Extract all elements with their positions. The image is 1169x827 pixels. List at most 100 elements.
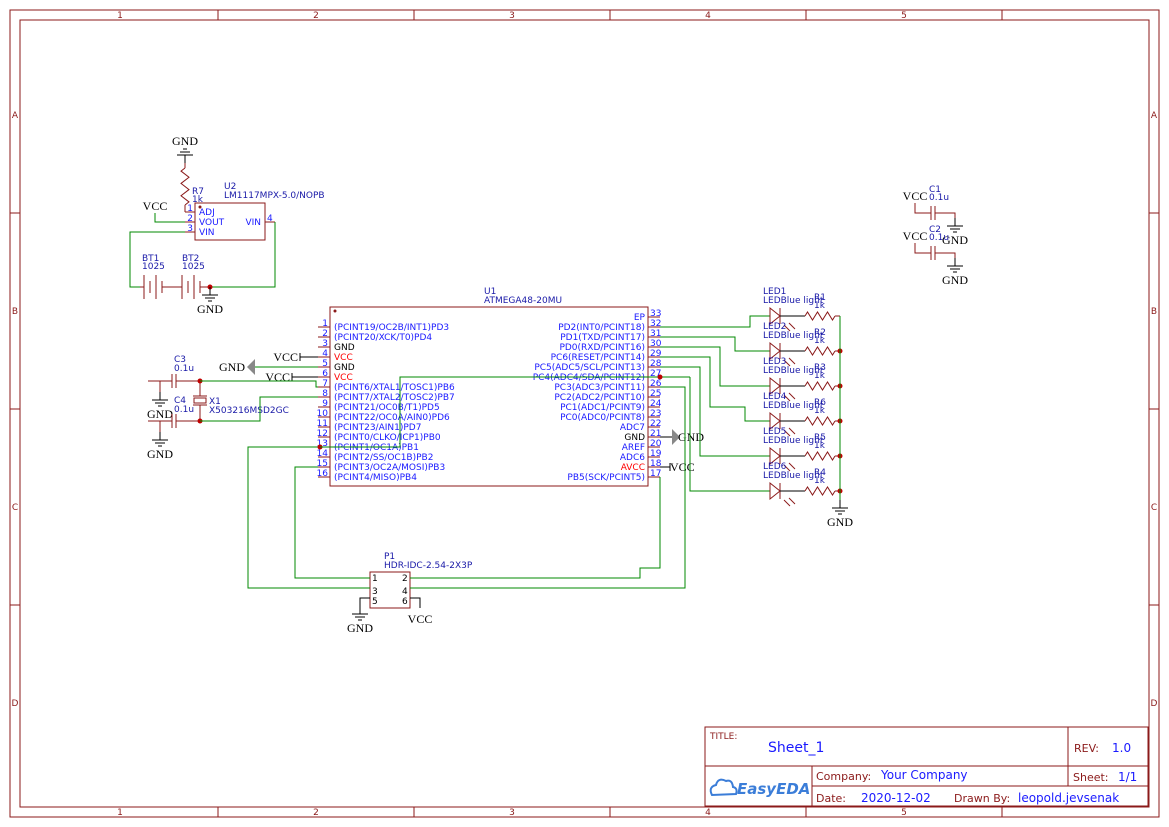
- resistor-r3: [804, 381, 836, 391]
- column-label: 1: [117, 808, 123, 818]
- column-label: 5: [901, 11, 907, 21]
- row-label: B: [12, 307, 18, 317]
- pin-number: 3: [322, 339, 328, 349]
- pin-number: 25: [650, 389, 661, 399]
- r7-resistor: [180, 167, 190, 206]
- p1-pin5-lead: [359, 597, 370, 606]
- pin-label: PC2(ADC2/PCINT10): [554, 393, 645, 403]
- bt1-value: 1025: [142, 262, 165, 272]
- pin-number: 28: [650, 359, 662, 369]
- pin-label: PB5(SCK/PCINT5): [567, 473, 645, 483]
- res-value: 1k: [814, 301, 826, 311]
- column-label: 3: [509, 808, 515, 818]
- pin-label: PD2(INT0/PCINT18): [558, 323, 645, 333]
- vcc-label: VCC: [273, 350, 298, 364]
- schematic-canvas[interactable]: TITLE: Sheet_1 REV: 1.0 EasyEDA Company:…: [0, 0, 1169, 827]
- gnd-label: GND: [827, 515, 853, 529]
- pin-label: PC0(ADC0/PCINT8): [560, 413, 645, 423]
- res-value: 1k: [814, 406, 826, 416]
- row-label: B: [1151, 307, 1157, 317]
- cloud-icon: [709, 778, 738, 797]
- pin-label: PC5(ADC5/SCL/PCINT13): [534, 363, 645, 373]
- pin-label: (PCINT23/AIN1)PD7: [334, 423, 421, 433]
- rev-label: REV:: [1074, 742, 1099, 755]
- x1-body: [193, 397, 207, 404]
- pin-label: AREF: [622, 443, 645, 453]
- column-label: 2: [313, 808, 319, 818]
- pin-label: PD0(RXD/PCINT16): [559, 343, 645, 353]
- pin-number: 23: [650, 409, 661, 419]
- p1-pin6-lead: [410, 597, 421, 608]
- logo-text: EasyEDA: [737, 780, 810, 798]
- vcc-label: VCC: [265, 370, 290, 384]
- sheet-label: Sheet:: [1073, 771, 1109, 784]
- pin-number: 33: [650, 309, 661, 319]
- row-label: D: [1151, 699, 1158, 709]
- vcc-label: VCC: [408, 612, 433, 626]
- pin-label: EP: [634, 313, 646, 323]
- p1-value: HDR-IDC-2.54-2X3P: [384, 561, 473, 571]
- pin-label: PD1(TXD/PCINT17): [560, 333, 645, 343]
- vcc-symbol: VCC: [670, 460, 695, 474]
- pin-number: 4: [322, 349, 328, 359]
- gnd-label: GND: [147, 407, 173, 421]
- c2-value: 0.1u: [929, 233, 949, 243]
- c1-value: 0.1u: [929, 193, 949, 203]
- resistor-r5: [804, 451, 836, 461]
- gnd-symbol: GND: [827, 500, 853, 529]
- u2-regulator: U2LM1117MPX-5.0/NOPB1 ADJ2 VOUT3 VIN4VIN: [185, 182, 325, 241]
- sheet-title: Sheet_1: [768, 740, 824, 756]
- pin-label: (PCINT7/XTAL2/TOSC2)PB7: [334, 393, 455, 403]
- date-value: 2020-12-02: [861, 791, 931, 805]
- pin-label: GND: [334, 363, 355, 373]
- pin-label: GND: [334, 343, 355, 353]
- u2-value: LM1117MPX-5.0/NOPB: [224, 191, 325, 201]
- gnd-symbol: GND: [197, 287, 223, 316]
- pin-label: PC1(ADC1/PCINT9): [560, 403, 645, 413]
- vcc-symbol: VCC: [143, 199, 168, 213]
- pin-label: ADC6: [620, 453, 645, 463]
- column-label: 3: [509, 11, 515, 21]
- pin-label: PC4(ADC4/SDA/PCINT12): [533, 373, 645, 383]
- pin-number: 21: [650, 429, 661, 439]
- pin-label: VIN: [245, 218, 261, 228]
- easyeda-logo: EasyEDA: [709, 778, 810, 798]
- pin-number: 1: [322, 319, 328, 329]
- date-label: Date:: [816, 792, 846, 805]
- row-label: C: [12, 503, 18, 513]
- bt2-value: 1025: [182, 262, 205, 272]
- pin-number: 30: [650, 339, 662, 349]
- row-label: A: [1151, 111, 1158, 121]
- wire-led2: [660, 336, 770, 352]
- pin-number: 19: [650, 449, 662, 459]
- led-triangle-icon: [769, 481, 781, 501]
- vcc-label: VCC: [903, 229, 928, 243]
- pin-label: GND: [624, 433, 645, 443]
- pin-label: (PCINT1/OC1A)PB1: [334, 443, 419, 453]
- c3-capacitor: [171, 374, 177, 388]
- bt2-battery: [181, 275, 201, 299]
- pin-label: (PCINT22/OC0A/AIN0)PD6: [334, 413, 450, 423]
- p1-pin-number: 3: [372, 587, 378, 597]
- gnd-symbol: GND: [942, 258, 968, 287]
- pin-number: 14: [317, 449, 329, 459]
- sheet-value: 1/1: [1118, 770, 1137, 784]
- pin-label: (PCINT21/OC0B/T1)PD5: [334, 403, 440, 413]
- gnd-label: GND: [172, 134, 198, 148]
- pin-label: (PCINT3/OC2A/MOSI)PB3: [334, 463, 445, 473]
- pin-label: PC3(ADC3/PCINT11): [554, 383, 645, 393]
- company-value: Your Company: [880, 768, 968, 782]
- u1-pin-17: 17PB5(SCK/PCINT5): [567, 469, 661, 483]
- pin-label: VCC: [334, 353, 353, 363]
- gnd-symbol: GND: [147, 432, 173, 461]
- r7-value: 1k: [192, 195, 204, 205]
- gnd-symbol: GND: [219, 359, 255, 375]
- resistor-r1: [804, 311, 836, 321]
- led-light-arrow-icon: [788, 357, 796, 365]
- p1-header: P1HDR-IDC-2.54-2X3P1 23 45 6: [369, 552, 473, 609]
- wire-led1: [660, 315, 770, 328]
- c4-value: 0.1u: [174, 405, 194, 415]
- pin-number: 7: [322, 379, 328, 389]
- pin-number: 18: [650, 459, 662, 469]
- vcc-label: VCC: [143, 199, 168, 213]
